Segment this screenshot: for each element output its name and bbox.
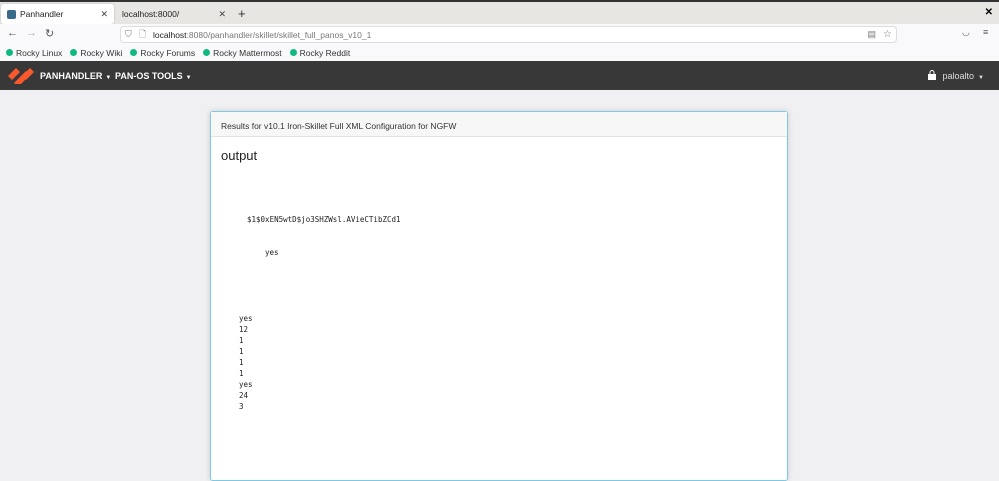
bookmark[interactable]: Rocky Linux <box>6 48 62 58</box>
rocky-icon <box>203 49 211 56</box>
pan-os-tools-menu[interactable]: PAN-OS TOOLS ▼ <box>115 71 192 81</box>
bookmark[interactable]: Rocky Reddit <box>289 47 351 58</box>
rocky-icon <box>70 49 78 56</box>
card-header: Results for v10.1 Iron-Skillet Full XML … <box>211 112 787 137</box>
output-line: yes <box>239 314 253 323</box>
results-card: Results for v10.1 Iron-Skillet Full XML … <box>210 111 788 481</box>
menu-label: PAN-OS TOOLS <box>115 71 183 81</box>
caret-down-icon: ▼ <box>105 75 112 81</box>
nav-bar: ← → ↻ ⛉ 🗋 localhost:8080/panhandler/skil… <box>0 24 999 44</box>
output-line: 1 <box>239 336 244 345</box>
output-line: 3 <box>239 402 244 411</box>
reload-button[interactable]: ↻ <box>45 27 54 40</box>
bookmark-label: Rocky Wiki <box>80 47 123 58</box>
caret-down-icon: ▼ <box>978 75 984 81</box>
panhandler-menu[interactable]: PANHANDLER ▼ <box>40 71 111 81</box>
forward-button[interactable]: → <box>26 27 37 39</box>
tab-label: localhost:8000/ <box>122 9 180 19</box>
url-path: :8080/panhandler/skillet/skillet_full_pa… <box>186 29 372 40</box>
output-title: output <box>221 148 258 163</box>
bookmarks-bar: Rocky Linux Rocky Wiki Rocky Forums Rock… <box>0 44 999 61</box>
caret-down-icon: ▼ <box>185 75 192 81</box>
star-icon[interactable]: ☆ <box>883 29 892 40</box>
output-line: 1 <box>239 347 244 356</box>
page-icon: 🗋 <box>139 28 147 39</box>
pocket-icon[interactable]: ◡ <box>962 27 970 38</box>
favicon-icon <box>7 9 16 19</box>
bookmark[interactable]: Rocky Wiki <box>70 48 122 58</box>
tab-localhost[interactable]: localhost:8000/ ✕ <box>116 4 232 24</box>
paloalto-logo-icon[interactable] <box>8 67 35 84</box>
rocky-icon <box>6 49 13 56</box>
output-line: 24 <box>239 391 249 400</box>
shield-icon: ⛉ <box>125 29 132 39</box>
output-line: yes <box>239 380 253 389</box>
bookmark[interactable]: Rocky Mattermost <box>203 48 282 58</box>
rocky-icon <box>130 49 138 56</box>
back-button[interactable]: ← <box>7 27 18 39</box>
url-host: localhost <box>153 29 187 40</box>
bookmark-label: Rocky Mattermost <box>213 47 282 58</box>
bookmark-label: Rocky Reddit <box>299 47 351 58</box>
user-menu[interactable]: paloalto ▼ <box>943 71 984 81</box>
menu-icon[interactable]: ≡ <box>983 27 988 37</box>
tab-label: Panhandler <box>20 9 64 19</box>
output-line: yes <box>265 248 279 257</box>
window-close-button[interactable]: ✕ <box>985 7 993 18</box>
tab-bar: Panhandler ✕ localhost:8000/ ✕ + ✕ <box>0 0 999 24</box>
rocky-icon <box>289 49 297 56</box>
reader-icon[interactable]: ▤ <box>867 29 876 40</box>
close-tab-icon[interactable]: ✕ <box>218 9 226 20</box>
output-line: $1$0xEN5wtD$jo3SHZWsl.AVieCTibZCd1 <box>247 215 401 224</box>
output-line: 12 <box>239 325 249 334</box>
app-navbar: PANHANDLER ▼ PAN-OS TOOLS ▼ paloalto ▼ <box>0 61 999 90</box>
lock-icon <box>928 70 936 80</box>
output-line: 1 <box>239 358 244 367</box>
new-tab-button[interactable]: + <box>238 6 246 21</box>
output-line: 1 <box>239 369 244 378</box>
close-tab-icon[interactable]: ✕ <box>100 9 108 20</box>
bookmark-label: Rocky Linux <box>16 47 63 58</box>
bookmark[interactable]: Rocky Forums <box>130 48 195 58</box>
bookmark-label: Rocky Forums <box>140 47 196 58</box>
url-bar[interactable]: ⛉ 🗋 localhost:8080/panhandler/skillet/sk… <box>120 26 897 43</box>
tab-panhandler[interactable]: Panhandler ✕ <box>1 4 114 24</box>
user-name: paloalto <box>942 71 975 81</box>
menu-label: PANHANDLER <box>40 71 103 81</box>
